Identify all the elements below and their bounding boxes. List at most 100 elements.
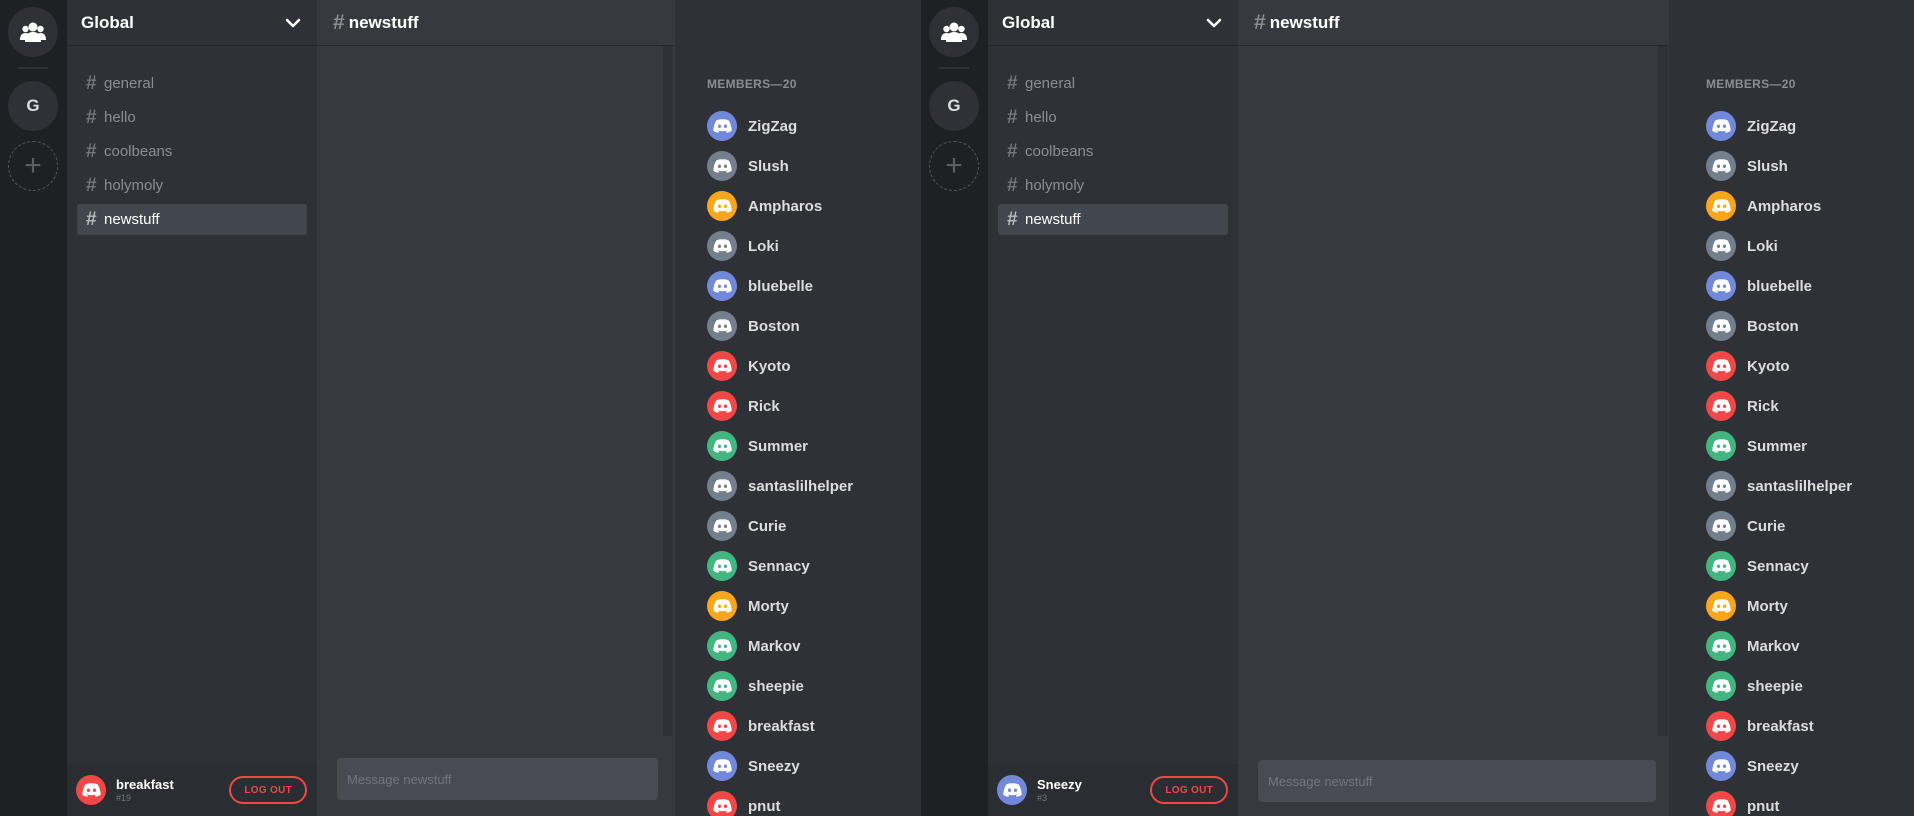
member-item[interactable]: Loki [707,226,853,266]
member-avatar[interactable] [707,751,737,781]
channel-item[interactable]: # newstuff [998,204,1228,235]
member-avatar[interactable] [1706,631,1736,661]
member-avatar[interactable] [1706,511,1736,541]
message-input[interactable]: Message newstuff [337,758,658,800]
member-avatar[interactable] [1706,351,1736,381]
member-avatar[interactable] [1706,471,1736,501]
home-button[interactable] [929,7,979,57]
member-item[interactable]: Slush [1706,146,1852,186]
member-avatar[interactable] [707,551,737,581]
logout-button[interactable]: LOG OUT [229,776,307,804]
channel-item[interactable]: # general [77,68,307,99]
member-avatar[interactable] [1706,191,1736,221]
channel-item[interactable]: # hello [998,102,1228,133]
member-item[interactable]: Markov [707,626,853,666]
members-heading: MEMBERS—20 [1706,77,1796,91]
member-item[interactable]: pnut [1706,786,1852,816]
member-item[interactable]: sheepie [1706,666,1852,706]
guild-header[interactable]: Global [988,0,1238,46]
member-item[interactable]: Kyoto [1706,346,1852,386]
member-avatar[interactable] [707,631,737,661]
member-item[interactable]: Sneezy [707,746,853,786]
member-avatar[interactable] [707,711,737,741]
add-server-button[interactable]: + [8,141,58,191]
channel-item[interactable]: # holymoly [77,170,307,201]
member-avatar[interactable] [707,391,737,421]
member-avatar[interactable] [707,471,737,501]
member-item[interactable]: sheepie [707,666,853,706]
member-avatar[interactable] [707,191,737,221]
member-avatar[interactable] [1706,391,1736,421]
member-avatar[interactable] [1706,111,1736,141]
member-avatar[interactable] [1706,751,1736,781]
member-avatar[interactable] [1706,591,1736,621]
member-item[interactable]: pnut [707,786,853,816]
member-item[interactable]: Loki [1706,226,1852,266]
member-avatar[interactable] [1706,311,1736,341]
member-item[interactable]: Morty [707,586,853,626]
home-button[interactable] [8,7,58,57]
member-item[interactable]: breakfast [1706,706,1852,746]
member-avatar[interactable] [707,511,737,541]
member-item[interactable]: Curie [1706,506,1852,546]
member-avatar[interactable] [707,671,737,701]
member-item[interactable]: Ampharos [1706,186,1852,226]
member-avatar[interactable] [1706,431,1736,461]
server-global[interactable]: G [8,81,58,131]
member-avatar[interactable] [707,151,737,181]
member-avatar[interactable] [707,431,737,461]
member-item[interactable]: Curie [707,506,853,546]
member-item[interactable]: ZigZag [707,106,853,146]
member-avatar[interactable] [1706,231,1736,261]
add-server-button[interactable]: + [929,141,979,191]
member-avatar[interactable] [707,231,737,261]
member-avatar[interactable] [1706,551,1736,581]
member-item[interactable]: santaslilhelper [1706,466,1852,506]
message-input[interactable]: Message newstuff [1258,760,1656,802]
member-avatar[interactable] [1706,711,1736,741]
member-item[interactable]: Morty [1706,586,1852,626]
member-item[interactable]: Slush [707,146,853,186]
member-avatar[interactable] [1706,151,1736,181]
member-item[interactable]: Kyoto [707,346,853,386]
channel-item[interactable]: # coolbeans [77,136,307,167]
channel-item[interactable]: # hello [77,102,307,133]
member-item[interactable]: Boston [707,306,853,346]
member-item[interactable]: Ampharos [707,186,853,226]
server-global[interactable]: G [929,81,979,131]
member-item[interactable]: Boston [1706,306,1852,346]
member-item[interactable]: Summer [707,426,853,466]
member-item[interactable]: Sennacy [707,546,853,586]
member-item[interactable]: Rick [1706,386,1852,426]
channel-item[interactable]: # holymoly [998,170,1228,201]
member-avatar[interactable] [707,351,737,381]
member-item[interactable]: bluebelle [707,266,853,306]
member-avatar[interactable] [707,791,737,816]
channel-item[interactable]: # coolbeans [998,136,1228,167]
member-avatar[interactable] [1706,671,1736,701]
member-item[interactable]: Sneezy [1706,746,1852,786]
member-item[interactable]: santaslilhelper [707,466,853,506]
member-avatar[interactable] [707,311,737,341]
user-avatar[interactable] [997,775,1027,805]
member-item[interactable]: ZigZag [1706,106,1852,146]
member-item[interactable]: Markov [1706,626,1852,666]
member-item[interactable]: Sennacy [1706,546,1852,586]
member-avatar[interactable] [1706,791,1736,816]
member-item[interactable]: bluebelle [1706,266,1852,306]
member-item[interactable]: breakfast [707,706,853,746]
chat-scrollbar[interactable] [663,46,673,736]
logout-button[interactable]: LOG OUT [1150,776,1228,804]
member-name: ZigZag [748,117,798,135]
member-avatar[interactable] [707,111,737,141]
guild-header[interactable]: Global [67,0,317,46]
channel-item[interactable]: # newstuff [77,204,307,235]
member-item[interactable]: Rick [707,386,853,426]
channel-item[interactable]: # general [998,68,1228,99]
member-avatar[interactable] [707,591,737,621]
member-avatar[interactable] [1706,271,1736,301]
member-avatar[interactable] [707,271,737,301]
user-avatar[interactable] [76,775,106,805]
chat-scrollbar[interactable] [1658,46,1668,736]
member-item[interactable]: Summer [1706,426,1852,466]
